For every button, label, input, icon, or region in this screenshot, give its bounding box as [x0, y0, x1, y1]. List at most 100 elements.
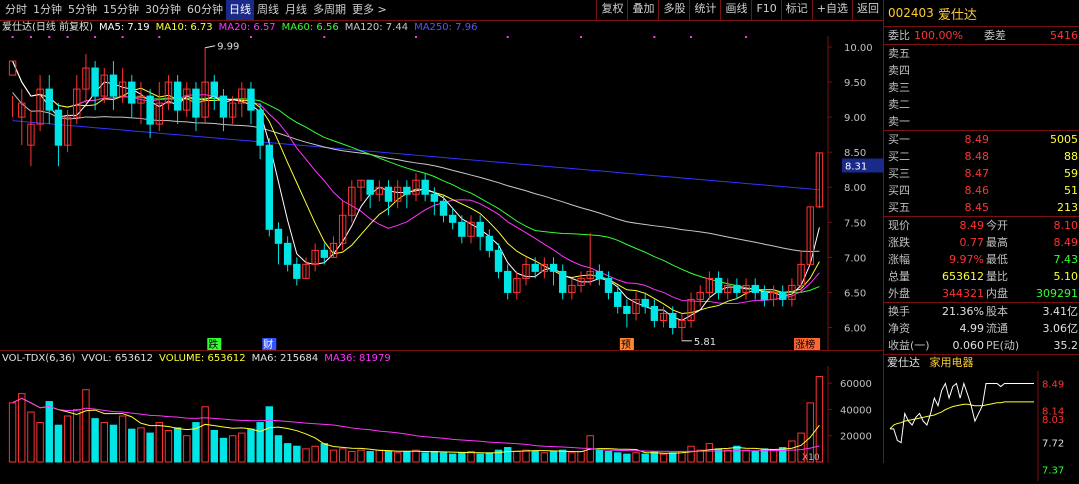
candle-body: [283, 242, 292, 265]
period-tab[interactable]: 1分钟: [30, 0, 65, 20]
volume-bar: [173, 427, 182, 463]
volume-bar: [669, 452, 677, 463]
candle-body: [549, 263, 558, 272]
stat-value: 5.10: [1053, 270, 1079, 283]
volume-bar: [164, 429, 173, 463]
volume-bar: [311, 445, 319, 463]
volume-bar: [366, 450, 374, 463]
toolbar-button[interactable]: F10: [751, 0, 780, 20]
period-tab[interactable]: 多周期: [310, 0, 349, 20]
volume-bar: [155, 422, 163, 463]
candle: [641, 292, 649, 314]
volume-bar: [274, 435, 283, 463]
signal-dot: [158, 36, 161, 38]
stat-value: 8.49: [959, 219, 985, 232]
mini-price-line: [890, 381, 1034, 444]
candle-body: [779, 291, 787, 300]
stock-terminal: 分时 1分钟 5分钟 15分钟 30分钟 60分钟 日线 周线 月线 多周期 更多 > 复权 叠加 多股…: [0, 0, 1079, 481]
stat-row: 换手 21.36% 股本 3.41亿: [884, 303, 1079, 320]
candle: [82, 54, 90, 104]
y-tick-label: 9.00: [844, 113, 866, 124]
signal-dot: [745, 36, 748, 38]
stat-value: 3.41亿: [1042, 305, 1079, 318]
order-price: 8.45: [964, 201, 990, 214]
period-tab[interactable]: 周线: [254, 0, 282, 20]
toolbar-button[interactable]: 多股: [658, 0, 689, 20]
mini-y-tick-label: 7.72: [1042, 439, 1064, 450]
candle-body: [128, 81, 136, 104]
toolbar-button[interactable]: +自选: [811, 0, 852, 20]
order-volume: 59: [1064, 167, 1078, 180]
candle-body: [421, 179, 429, 195]
candle: [476, 215, 484, 251]
stat-value: 8.49: [1053, 236, 1079, 249]
period-tab[interactable]: 更多 >: [349, 0, 390, 20]
volume-chart[interactable]: 600004000020000X10: [0, 366, 883, 463]
candle: [540, 257, 549, 279]
volume-bar: [210, 429, 219, 463]
order-label: 卖三: [888, 81, 910, 94]
candle: [283, 236, 292, 272]
candle-body: [403, 186, 411, 195]
toolbar-button[interactable]: 标记: [780, 0, 812, 20]
candle: [265, 138, 274, 237]
toolbar-button[interactable]: 统计: [689, 0, 720, 20]
ma60-value: MA60: 6.56: [281, 22, 339, 33]
volume-bar: [338, 448, 347, 463]
candle: [8, 60, 17, 118]
period-tab[interactable]: 30分钟: [142, 0, 184, 20]
candle-body: [485, 235, 494, 251]
toolbar-button[interactable]: 复权: [596, 0, 627, 20]
candle-body: [669, 312, 677, 328]
buy-orders: 买一 8.49 5005 买二 8.48 88 买三 8.47 59 买四 8.46 51 买五 8.45…: [884, 131, 1079, 217]
kline-chart[interactable]: 10.00 9.50 9.00 8.50 8.00 7.50 7.00 6.50 6.00 9.9…: [0, 36, 883, 350]
candle: [549, 257, 558, 286]
candle: [751, 278, 759, 300]
order-volume: 213: [1057, 201, 1078, 214]
candle: [348, 180, 356, 223]
order-label: 买一: [888, 133, 910, 146]
volume-bar: [549, 450, 558, 463]
y-tick-label: 9.50: [844, 78, 866, 89]
candle-body: [760, 291, 769, 300]
toolbar-button[interactable]: 叠加: [627, 0, 658, 20]
volume-bar: [201, 406, 209, 463]
period-tab[interactable]: 60分钟: [184, 0, 226, 20]
candle: [439, 194, 448, 223]
stock-header: 002403 爱仕达: [884, 0, 1079, 27]
volume-bar: [348, 450, 356, 463]
signal-dot: [121, 36, 124, 38]
period-tab[interactable]: 分时: [2, 0, 30, 20]
toolbar-button[interactable]: 返回: [852, 0, 883, 20]
period-tab[interactable]: 日线: [226, 0, 254, 20]
candle: [118, 68, 127, 104]
intraday-mini-chart[interactable]: 8.498.148.037.727.37: [884, 371, 1079, 481]
candle: [558, 264, 567, 300]
volume-bar: [403, 450, 411, 463]
period-tab[interactable]: 15分钟: [100, 0, 142, 20]
candle: [274, 222, 283, 265]
vol-y-tick-label: 60000: [840, 379, 872, 390]
fundamental-stats: 换手 21.36% 股本 3.41亿 净资 4.99 流通 3.06亿 收益(一) 0.060 PE…: [884, 303, 1079, 355]
candle: [393, 180, 402, 209]
candle-body: [613, 291, 622, 307]
stat-row: 外盘 344321 内盘 309291: [884, 285, 1079, 302]
toolbar-button[interactable]: 画线: [720, 0, 751, 20]
volume-bar: [375, 449, 384, 463]
chart-title: 爱仕达(日线 前复权): [2, 22, 93, 33]
max-price-label: 9.99: [217, 42, 239, 53]
event-marker-label: 财: [263, 338, 273, 350]
volume-bar: [228, 435, 237, 463]
event-marker-label: 预: [621, 339, 631, 350]
min-price-label: 5.81: [694, 337, 716, 348]
stat-label: 内盘: [986, 287, 1008, 300]
stock-name: 爱仕达: [937, 7, 977, 23]
volume-bar: [8, 402, 17, 463]
candle: [623, 299, 631, 328]
volume-bar: [265, 406, 274, 463]
period-tab[interactable]: 5分钟: [65, 0, 100, 20]
period-tab[interactable]: 月线: [282, 0, 310, 20]
candle: [247, 82, 255, 125]
candle-body: [458, 221, 466, 237]
volume-bar: [18, 393, 26, 463]
